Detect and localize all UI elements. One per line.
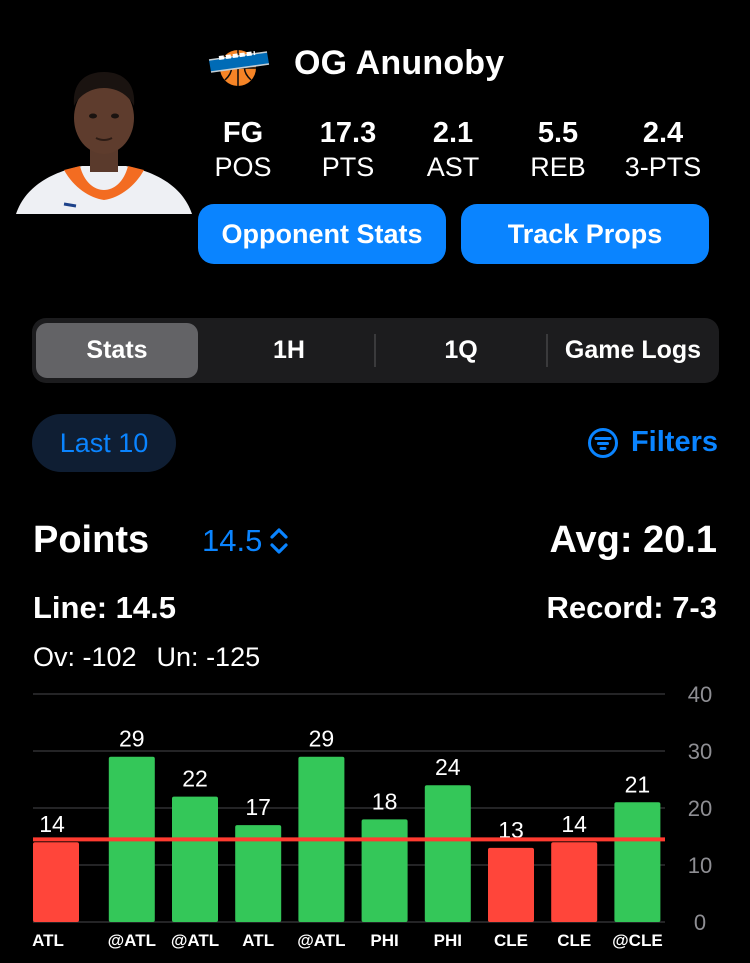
x-tick-label: PHI	[434, 931, 462, 950]
opponent-stats-button[interactable]: Opponent Stats	[198, 204, 446, 264]
filters-button[interactable]: Filters	[587, 426, 718, 459]
tab-game-logs[interactable]: Game Logs	[548, 323, 718, 378]
stat-label: PTS	[321, 152, 375, 182]
stat-value: 17.3	[319, 117, 377, 149]
stat-pos: FG POS	[188, 116, 298, 184]
x-tick-label: @ATL	[297, 931, 345, 950]
prop-stat-title: Points	[33, 519, 150, 561]
bar-value-label: 21	[625, 771, 651, 797]
chart-bar	[551, 842, 598, 922]
y-tick-label: 10	[688, 853, 712, 878]
stat-value: 2.4	[642, 117, 684, 149]
line-selector[interactable]: 14.5	[202, 523, 290, 559]
bar-value-label: 22	[182, 766, 208, 792]
stat-ast: 2.1 AST	[398, 116, 508, 184]
x-tick-label: ATL	[242, 931, 274, 950]
stat-pts: 17.3 PTS	[293, 116, 403, 184]
stat-reb: 5.5 REB	[503, 116, 613, 184]
stat-value: 2.1	[432, 117, 474, 149]
points-bar-chart: 0 10 20 30 40 14 ATL 29 @ATL 22 @ATL 17 ATL 29 @ATL 18 P…	[32, 682, 712, 950]
under-odds: Un: -125	[156, 642, 261, 672]
x-tick-label: PHI	[370, 931, 398, 950]
x-tick-label: @CLE	[612, 931, 663, 950]
tab-stats[interactable]: Stats	[36, 323, 198, 378]
bar-value-label: 17	[245, 794, 271, 820]
bar-value-label: 29	[119, 726, 145, 752]
stat-value: 5.5	[537, 117, 579, 149]
stat-label: AST	[426, 152, 480, 182]
y-tick-label: 40	[688, 682, 712, 707]
line-label: Line: 14.5	[33, 590, 176, 625]
knicks-logo-icon	[205, 38, 271, 90]
bar-value-label: 29	[309, 726, 335, 752]
stat-label: POS	[214, 152, 272, 182]
average-value: Avg: 20.1	[549, 519, 717, 561]
x-tick-label: CLE	[494, 931, 528, 950]
stat-label: REB	[530, 152, 586, 182]
stats-segmented-control: Stats 1H 1Q Game Logs	[32, 318, 719, 383]
bar-value-label: 18	[372, 788, 398, 814]
x-tick-label: @ATL	[108, 931, 156, 950]
chart-bar	[614, 802, 661, 922]
player-name: OG Anunoby	[294, 44, 505, 82]
bar-value-label: 14	[39, 811, 65, 837]
odds-row: Ov: -102 Un: -125	[33, 642, 260, 673]
chart-bar	[33, 842, 79, 922]
filter-icon	[587, 427, 618, 458]
chart-bar	[424, 785, 471, 922]
chevron-up-down-icon	[270, 528, 288, 554]
stat-value: FG	[222, 117, 264, 149]
y-tick-label: 0	[694, 910, 706, 935]
tab-1q[interactable]: 1Q	[376, 323, 546, 378]
stat-3pts: 2.4 3-PTS	[608, 116, 718, 184]
x-tick-label: CLE	[557, 931, 591, 950]
y-tick-label: 20	[688, 796, 712, 821]
line-value: 14.5	[202, 523, 263, 558]
record-label: Record: 7-3	[546, 590, 717, 625]
bar-value-label: 14	[561, 811, 587, 837]
player-stats: FG POS 17.3 PTS 2.1 AST 5.5 REB 2.4 3-PT…	[198, 116, 718, 186]
track-props-button[interactable]: Track Props	[461, 204, 709, 264]
x-tick-label: @ATL	[171, 931, 219, 950]
chart-bar	[361, 819, 408, 922]
stat-label: 3-PTS	[624, 152, 702, 182]
chart-bar	[172, 796, 218, 922]
x-tick-label: ATL	[32, 931, 64, 950]
chart-bar	[488, 847, 534, 922]
bar-value-label: 24	[435, 754, 461, 780]
y-tick-label: 30	[688, 739, 712, 764]
range-pill[interactable]: Last 10	[32, 414, 176, 472]
tab-1h[interactable]: 1H	[204, 323, 374, 378]
player-avatar	[16, 66, 192, 214]
filters-label: Filters	[630, 426, 718, 458]
over-odds: Ov: -102	[33, 642, 137, 672]
